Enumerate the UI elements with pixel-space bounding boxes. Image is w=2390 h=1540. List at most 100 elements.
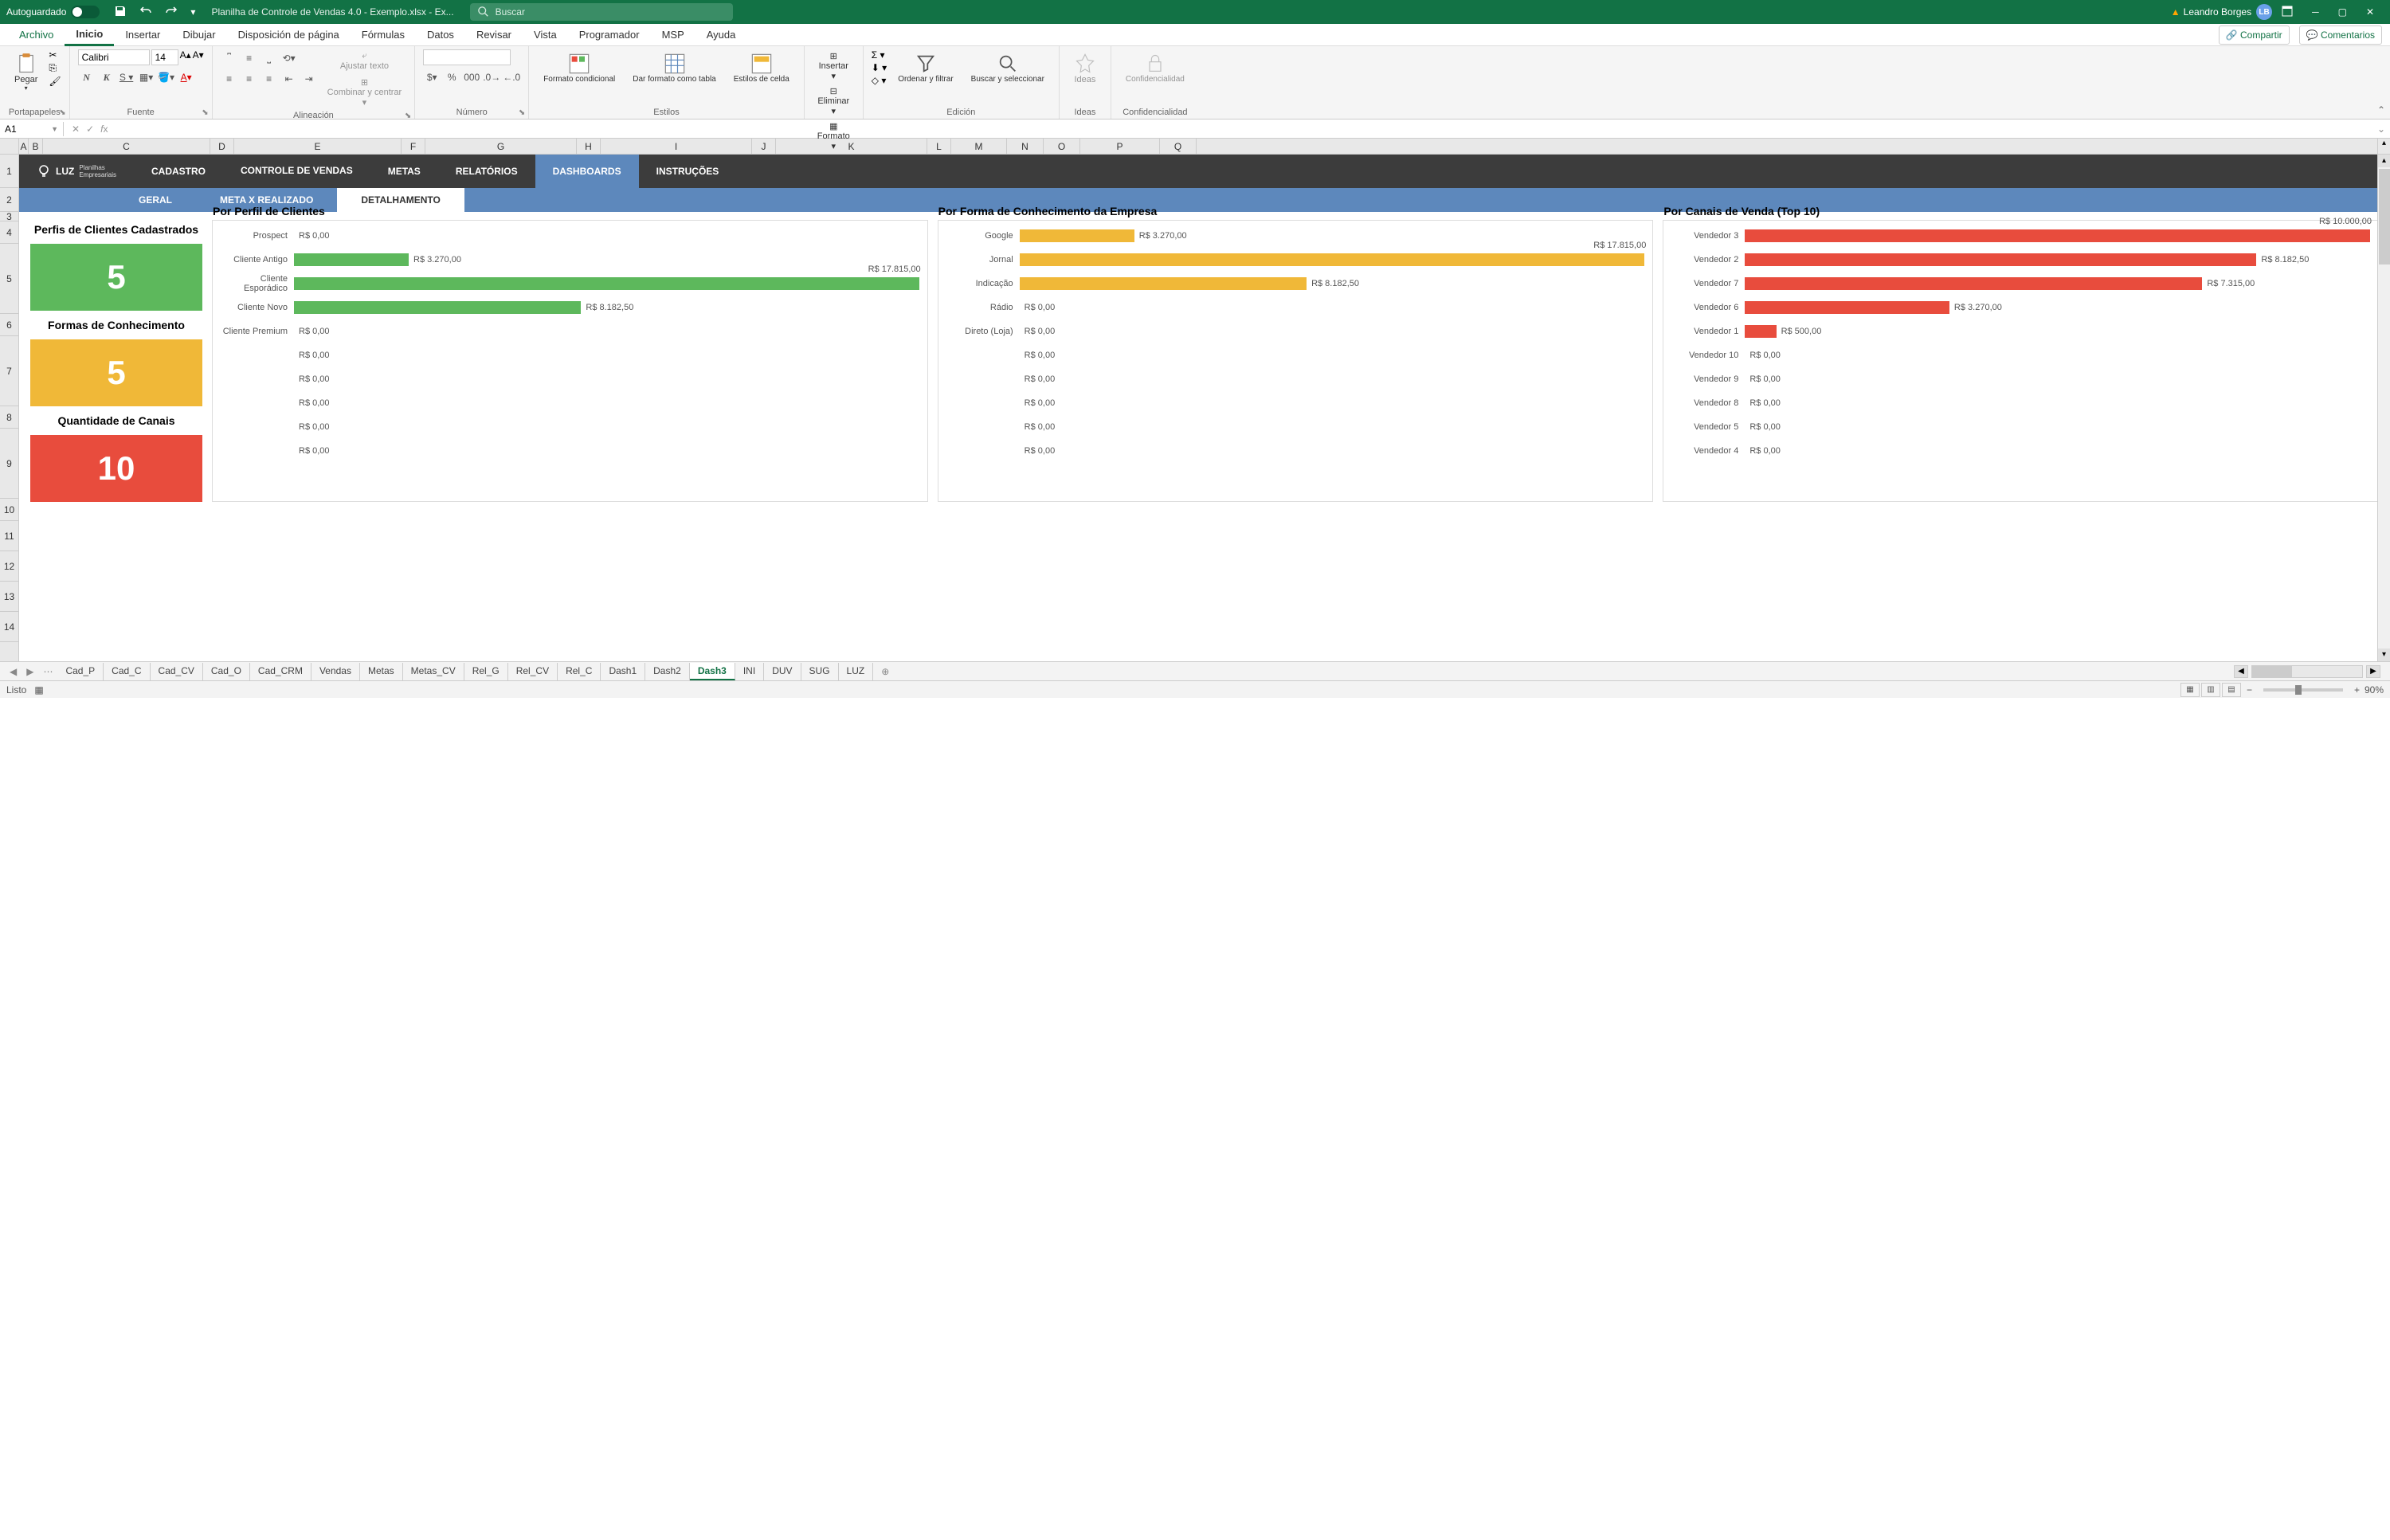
- indent-increase-icon[interactable]: ⇥: [300, 70, 318, 88]
- decrease-decimal-icon[interactable]: ←.0: [503, 69, 520, 86]
- sheet-tab-Dash2[interactable]: Dash2: [645, 663, 690, 680]
- formula-bar[interactable]: [116, 127, 2372, 131]
- row-header-9[interactable]: 9: [0, 429, 18, 499]
- align-bottom-icon[interactable]: ⎵: [261, 49, 278, 67]
- sheet-tab-Cad_P[interactable]: Cad_P: [57, 663, 104, 680]
- hscroll-right[interactable]: ▶: [2366, 665, 2380, 678]
- col-header-A[interactable]: A: [19, 139, 29, 154]
- sheet-tab-Cad_O[interactable]: Cad_O: [203, 663, 250, 680]
- paste-button[interactable]: Pegar▾: [8, 49, 44, 95]
- clear-icon[interactable]: ◇ ▾: [872, 75, 887, 86]
- row-header-14[interactable]: 14: [0, 612, 18, 642]
- align-center-icon[interactable]: ≡: [241, 70, 258, 88]
- sheet-tab-Metas_CV[interactable]: Metas_CV: [403, 663, 464, 680]
- underline-button[interactable]: S ▾: [118, 69, 135, 86]
- merge-button[interactable]: ⊞ Combinar y centrar ▾: [323, 76, 407, 109]
- nav-instrucoes[interactable]: INSTRUÇÕES: [639, 155, 737, 188]
- zoom-out-button[interactable]: −: [2247, 684, 2252, 696]
- sheet-tab-Rel_G[interactable]: Rel_G: [464, 663, 508, 680]
- row-header-6[interactable]: 6: [0, 314, 18, 336]
- user-account[interactable]: Leandro Borges LB: [2184, 4, 2272, 20]
- col-header-J[interactable]: J: [752, 139, 776, 154]
- percent-icon[interactable]: %: [443, 69, 460, 86]
- format-painter-icon[interactable]: 🖌: [49, 76, 61, 87]
- sheet-tab-LUZ[interactable]: LUZ: [839, 663, 874, 680]
- col-header-B[interactable]: B: [29, 139, 43, 154]
- tab-insertar[interactable]: Insertar: [114, 25, 171, 45]
- add-sheet-button[interactable]: ⊕: [873, 666, 897, 677]
- sheet-tab-Rel_CV[interactable]: Rel_CV: [508, 663, 558, 680]
- format-as-table-button[interactable]: Dar formato como tabla: [626, 49, 723, 87]
- nav-dashboards[interactable]: DASHBOARDS: [535, 155, 639, 188]
- close-icon[interactable]: ✕: [2357, 3, 2384, 21]
- orientation-icon[interactable]: ⟲▾: [280, 49, 298, 67]
- row-header-11[interactable]: 11: [0, 521, 18, 551]
- increase-decimal-icon[interactable]: .0→: [483, 69, 500, 86]
- indent-decrease-icon[interactable]: ⇤: [280, 70, 298, 88]
- fill-color-icon[interactable]: 🪣▾: [158, 69, 175, 86]
- align-right-icon[interactable]: ≡: [261, 70, 278, 88]
- nav-cadastro[interactable]: CADASTRO: [134, 155, 223, 188]
- sheet-tab-SUG[interactable]: SUG: [801, 663, 839, 680]
- sheet-tab-Rel_C[interactable]: Rel_C: [558, 663, 601, 680]
- tab-ayuda[interactable]: Ayuda: [695, 25, 747, 45]
- enter-formula-icon[interactable]: ✓: [86, 123, 94, 135]
- insert-cells-button[interactable]: ⊞ Insertar ▾: [813, 49, 855, 83]
- tab-archivo[interactable]: Archivo: [8, 25, 65, 45]
- row-header-3[interactable]: 3: [0, 212, 18, 221]
- fill-icon[interactable]: ⬇ ▾: [872, 62, 887, 73]
- col-header-C[interactable]: C: [43, 139, 210, 154]
- increase-font-icon[interactable]: A▴: [180, 49, 191, 65]
- scroll-thumb[interactable]: [2379, 169, 2390, 265]
- horizontal-scrollbar[interactable]: ◀ ▶: [897, 665, 2385, 678]
- maximize-icon[interactable]: ▢: [2329, 3, 2357, 21]
- scroll-down-btn[interactable]: ▾: [2378, 649, 2390, 661]
- wrap-text-button[interactable]: ⤶ Ajustar texto: [323, 49, 407, 72]
- macro-record-icon[interactable]: ▦: [34, 684, 43, 696]
- ideas-button[interactable]: Ideas: [1068, 49, 1103, 88]
- conditional-format-button[interactable]: Formato condicional: [537, 49, 621, 87]
- zoom-level[interactable]: 90%: [2365, 684, 2384, 696]
- qat-dropdown-icon[interactable]: ▾: [184, 3, 202, 21]
- sort-filter-button[interactable]: Ordenar y filtrar: [891, 49, 959, 87]
- number-format-combo[interactable]: [423, 49, 511, 65]
- fx-icon[interactable]: fx: [100, 123, 108, 135]
- tab-dibujar[interactable]: Dibujar: [171, 25, 226, 45]
- align-middle-icon[interactable]: ≡: [241, 49, 258, 67]
- col-header-Q[interactable]: Q: [1160, 139, 1197, 154]
- italic-button[interactable]: K: [98, 69, 116, 86]
- minimize-icon[interactable]: ─: [2302, 3, 2329, 21]
- scroll-up-btn[interactable]: ▴: [2378, 155, 2390, 167]
- sheet-tab-Dash3[interactable]: Dash3: [690, 663, 735, 680]
- hscroll-thumb[interactable]: [2252, 666, 2292, 677]
- col-header-M[interactable]: M: [951, 139, 1007, 154]
- sheet-tab-DUV[interactable]: DUV: [764, 663, 801, 680]
- tab-inicio[interactable]: Inicio: [65, 24, 114, 46]
- scroll-up-icon[interactable]: ▴: [2377, 139, 2390, 154]
- sheet-nav-prev[interactable]: ◀: [5, 666, 22, 677]
- row-header-10[interactable]: 10: [0, 499, 18, 521]
- nav-metas[interactable]: METAS: [370, 155, 438, 188]
- save-icon[interactable]: [108, 2, 133, 23]
- expand-formula-bar-icon[interactable]: ⌄: [2372, 123, 2390, 135]
- sheet-nav-more[interactable]: ⋯: [38, 666, 57, 677]
- col-header-N[interactable]: N: [1007, 139, 1044, 154]
- nav-relatorios[interactable]: RELATÓRIOS: [438, 155, 535, 188]
- comments-button[interactable]: 💬 Comentarios: [2299, 25, 2382, 45]
- ribbon-display-icon[interactable]: [2272, 2, 2302, 22]
- zoom-slider[interactable]: [2263, 688, 2343, 692]
- toggle-switch[interactable]: [71, 6, 100, 18]
- sheet-tab-INI[interactable]: INI: [735, 663, 764, 680]
- row-header-2[interactable]: 2: [0, 188, 18, 212]
- row-header-12[interactable]: 12: [0, 551, 18, 582]
- col-header-O[interactable]: O: [1044, 139, 1080, 154]
- redo-icon[interactable]: [159, 2, 184, 23]
- row-header-7[interactable]: 7: [0, 336, 18, 406]
- decrease-font-icon[interactable]: A▾: [193, 49, 204, 65]
- share-button[interactable]: 🔗 Compartir: [2219, 25, 2290, 45]
- font-size-combo[interactable]: [151, 49, 178, 65]
- row-header-13[interactable]: 13: [0, 582, 18, 612]
- tab-formulas[interactable]: Fórmulas: [351, 25, 416, 45]
- col-header-L[interactable]: L: [927, 139, 951, 154]
- sheet-tab-Dash1[interactable]: Dash1: [601, 663, 645, 680]
